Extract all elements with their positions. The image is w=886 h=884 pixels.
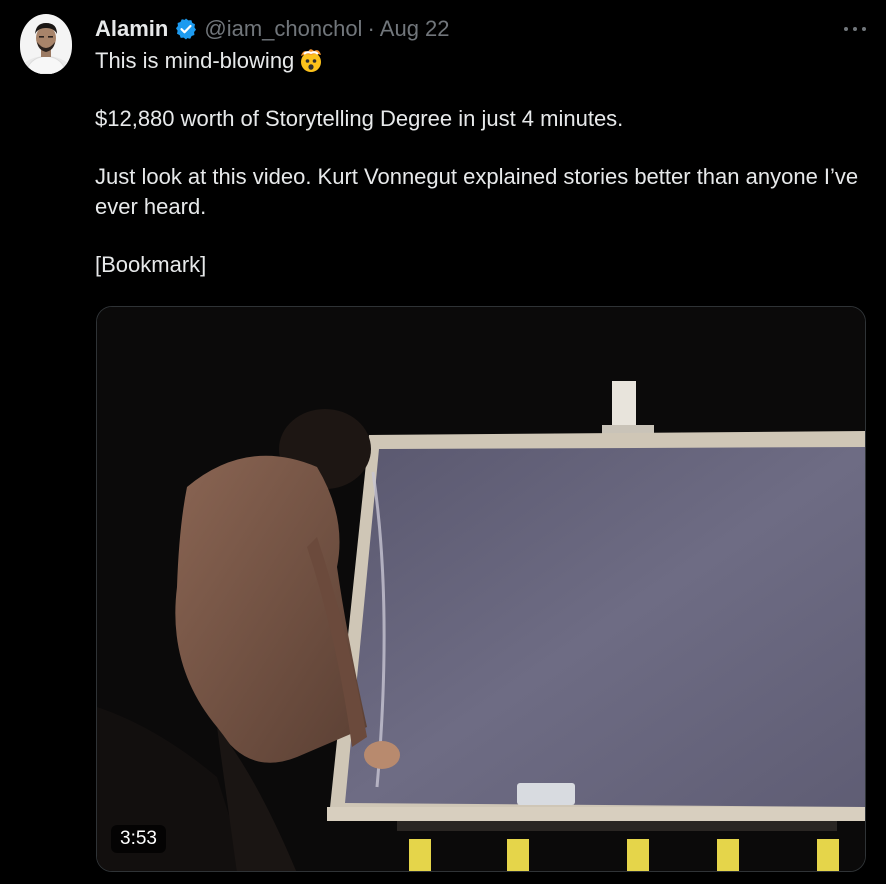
more-options-icon[interactable]	[844, 18, 866, 40]
tweet-header: Alamin @iam_chonchol · Aug 22	[95, 14, 450, 44]
video-frame-illustration	[97, 307, 865, 871]
tweet-line-1: This is mind-blowing	[95, 48, 295, 73]
tweet-line-3: Just look at this video. Kurt Vonnegut e…	[95, 164, 859, 219]
video-player[interactable]: 3:53	[96, 306, 866, 872]
tweet-line-2: $12,880 worth of Storytelling Degree in …	[95, 106, 624, 131]
avatar[interactable]	[20, 14, 72, 74]
tweet-text: This is mind-blowing $12,880 worth of St…	[95, 46, 875, 280]
tweet[interactable]: Alamin @iam_chonchol · Aug 22 This is mi…	[0, 0, 886, 884]
tweet-line: This is mind-blowing	[95, 46, 875, 76]
video-duration-badge: 3:53	[111, 825, 166, 853]
exploding-head-icon	[298, 47, 324, 73]
tweet-line-4: [Bookmark]	[95, 252, 207, 277]
author-handle[interactable]: @iam_chonchol	[204, 16, 362, 42]
tweet-date[interactable]: Aug 22	[380, 16, 450, 42]
author-name[interactable]: Alamin	[95, 16, 168, 42]
verified-badge-icon	[174, 17, 198, 41]
header-separator: ·	[367, 16, 375, 41]
